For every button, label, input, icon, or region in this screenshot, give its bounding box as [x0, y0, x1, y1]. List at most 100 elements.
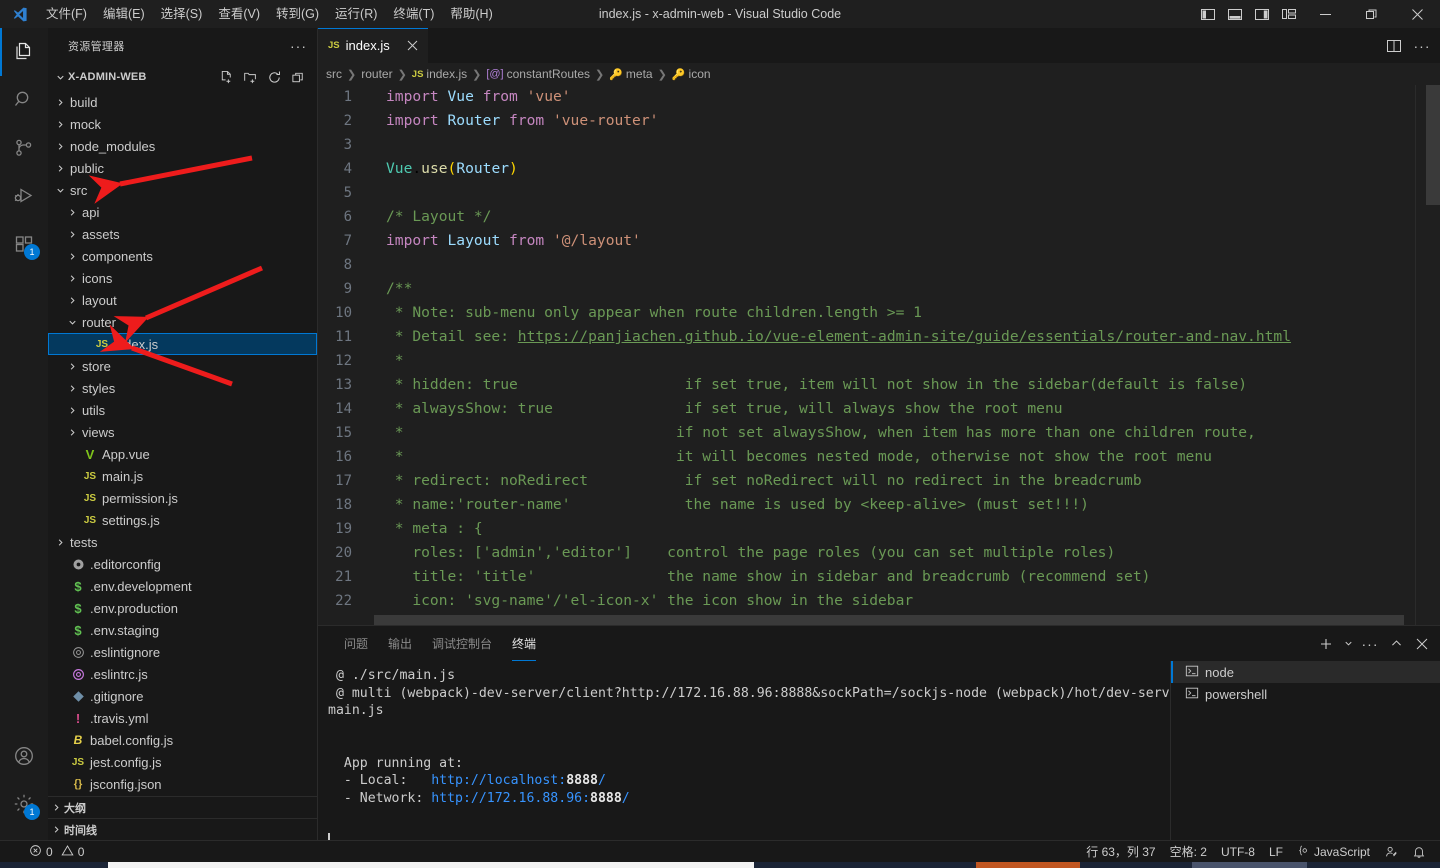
code-line[interactable]: 1 import Vue from 'vue' — [318, 85, 1440, 109]
status-indentation[interactable]: 空格: 2 — [1163, 841, 1214, 863]
status-cursor-position[interactable]: 行 63，列 37 — [1079, 841, 1162, 863]
menu-edit[interactable]: 编辑(E) — [95, 7, 153, 21]
menu-help[interactable]: 帮助(H) — [442, 7, 500, 21]
terminal-tab-powershell[interactable]: powershell — [1171, 683, 1440, 705]
code-line[interactable]: 11 * Detail see: https://panjiachen.gith… — [318, 325, 1440, 349]
terminal-tabs-list[interactable]: node powershell — [1170, 661, 1440, 851]
tree-folder-layout[interactable]: layout — [48, 289, 317, 311]
tree-file-main-js[interactable]: JS main.js — [48, 465, 317, 487]
status-eol[interactable]: LF — [1262, 841, 1290, 863]
terminal-output[interactable]: @ ./src/main.js @ multi (webpack)-dev-se… — [318, 661, 1170, 851]
activity-extensions[interactable]: 1 — [0, 220, 48, 268]
code-line[interactable]: 21 title: 'title' the name show in sideb… — [318, 565, 1440, 589]
tree-file-travis-yml[interactable]: ! .travis.yml — [48, 707, 317, 729]
collapse-all-icon[interactable] — [287, 66, 309, 88]
status-encoding[interactable]: UTF-8 — [1214, 841, 1262, 863]
menu-file[interactable]: 文件(F) — [38, 7, 95, 21]
tree-folder-mock[interactable]: mock — [48, 113, 317, 135]
panel-tab-output[interactable]: 输出 — [378, 626, 422, 661]
toggle-panel-icon[interactable] — [1221, 0, 1248, 28]
terminal-url-port[interactable]: 8888 — [566, 773, 598, 788]
tree-file-eslintignore[interactable]: .eslintignore — [48, 641, 317, 663]
tree-file-env-production[interactable]: $ .env.production — [48, 597, 317, 619]
tree-file-gitignore[interactable]: .gitignore — [48, 685, 317, 707]
close-icon[interactable] — [402, 36, 422, 56]
tree-folder-icons[interactable]: icons — [48, 267, 317, 289]
tree-folder-src[interactable]: src — [48, 179, 317, 201]
code-line[interactable]: 17 * redirect: noRedirect if set noRedir… — [318, 469, 1440, 493]
terminal-url[interactable]: http://localhost: — [431, 773, 566, 788]
editor-vertical-scrollbar[interactable] — [1426, 85, 1440, 625]
chevron-down-icon[interactable] — [1340, 630, 1356, 658]
ellipsis-icon[interactable]: ··· — [290, 38, 307, 54]
terminal-url-port[interactable]: 8888 — [590, 791, 622, 806]
code-line[interactable]: 4 Vue.use(Router) — [318, 157, 1440, 181]
code-line[interactable]: 5 — [318, 181, 1440, 205]
new-file-icon[interactable] — [215, 66, 237, 88]
breadcrumb-item-meta[interactable]: 🔑 meta — [609, 67, 652, 81]
tree-file-env-development[interactable]: $ .env.development — [48, 575, 317, 597]
panel-tab-problems[interactable]: 问题 — [334, 626, 378, 661]
plus-icon[interactable] — [1314, 630, 1338, 658]
code-line[interactable]: 3 — [318, 133, 1440, 157]
tree-folder-api[interactable]: api — [48, 201, 317, 223]
tree-folder-store[interactable]: store — [48, 355, 317, 377]
tree-folder-node-modules[interactable]: node_modules — [48, 135, 317, 157]
menu-selection[interactable]: 选择(S) — [153, 7, 211, 21]
code-line[interactable]: 15 * if not set alwaysShow, when item ha… — [318, 421, 1440, 445]
tree-folder-build[interactable]: build — [48, 91, 317, 113]
code-line[interactable]: 19 * meta : { — [318, 517, 1440, 541]
tree-file-jest-config-js[interactable]: JS jest.config.js — [48, 751, 317, 773]
scrollbar-thumb[interactable] — [1426, 85, 1440, 205]
new-folder-icon[interactable] — [239, 66, 261, 88]
terminal-url[interactable]: http://172.16.88.96: — [431, 791, 590, 806]
tree-file-env-staging[interactable]: $ .env.staging — [48, 619, 317, 641]
tree-file-eslintrc-js[interactable]: .eslintrc.js — [48, 663, 317, 685]
panel-tab-debug-console[interactable]: 调试控制台 — [422, 626, 502, 661]
tree-folder-components[interactable]: components — [48, 245, 317, 267]
tree-file-permission-js[interactable]: JS permission.js — [48, 487, 317, 509]
minimize-icon[interactable] — [1302, 0, 1348, 28]
tree-file-babel-config-js[interactable]: Bbabel.config.js — [48, 729, 317, 751]
tree-file-jsconfig-json[interactable]: {} jsconfig.json — [48, 773, 317, 795]
tree-file-app-vue[interactable]: V App.vue — [48, 443, 317, 465]
tree-folder-utils[interactable]: utils — [48, 399, 317, 421]
code-line[interactable]: 13 * hidden: true if set true, item will… — [318, 373, 1440, 397]
breadcrumb-item-src[interactable]: src — [326, 67, 342, 81]
tree-folder-tests[interactable]: tests — [48, 531, 317, 553]
code-line[interactable]: 8 — [318, 253, 1440, 277]
scrollbar-thumb[interactable] — [374, 615, 1404, 625]
breadcrumb-item-router[interactable]: router — [361, 67, 392, 81]
menu-bar[interactable]: 文件(F) 编辑(E) 选择(S) 查看(V) 转到(G) 运行(R) 终端(T) 帮助(H) — [38, 0, 501, 28]
file-tree[interactable]: build mock node_modules public src api assets c… — [48, 91, 317, 796]
panel-tab-terminal[interactable]: 终端 — [502, 626, 546, 661]
menu-terminal[interactable]: 终端(T) — [385, 7, 442, 21]
tree-file-settings-js[interactable]: JS settings.js — [48, 509, 317, 531]
code-line[interactable]: 9 /** — [318, 277, 1440, 301]
close-icon[interactable] — [1410, 630, 1434, 658]
breadcrumb-item-constantRoutes[interactable]: [@] constantRoutes — [486, 67, 590, 81]
editor-horizontal-scrollbar[interactable] — [374, 615, 1426, 625]
code-line[interactable]: 20 roles: ['admin','editor'] control the… — [318, 541, 1440, 565]
ellipsis-icon[interactable]: ··· — [1358, 630, 1382, 658]
activity-accounts[interactable] — [0, 732, 48, 780]
code-line[interactable]: 14 * alwaysShow: true if set true, will … — [318, 397, 1440, 421]
code-line[interactable]: 22 icon: 'svg-name'/'el-icon-x' the icon… — [318, 589, 1440, 613]
menu-go[interactable]: 转到(G) — [268, 7, 327, 21]
tree-folder-views[interactable]: views — [48, 421, 317, 443]
tree-folder-router[interactable]: router — [48, 311, 317, 333]
breadcrumb-item-icon[interactable]: 🔑 icon — [672, 67, 711, 81]
code-line[interactable]: 2 import Router from 'vue-router' — [318, 109, 1440, 133]
customize-layout-icon[interactable] — [1275, 0, 1302, 28]
activity-explorer[interactable] — [0, 28, 48, 76]
tree-folder-public[interactable]: public — [48, 157, 317, 179]
status-problems[interactable]: 0 0 — [22, 841, 91, 863]
tree-folder-assets[interactable]: assets — [48, 223, 317, 245]
chevron-up-icon[interactable] — [1384, 630, 1408, 658]
menu-run[interactable]: 运行(R) — [327, 7, 385, 21]
toggle-primary-sidebar-icon[interactable] — [1194, 0, 1221, 28]
toggle-secondary-sidebar-icon[interactable] — [1248, 0, 1275, 28]
tree-file-editorconfig[interactable]: .editorconfig — [48, 553, 317, 575]
status-feedback[interactable] — [1377, 841, 1405, 863]
terminal-url-suffix[interactable]: / — [598, 773, 606, 788]
